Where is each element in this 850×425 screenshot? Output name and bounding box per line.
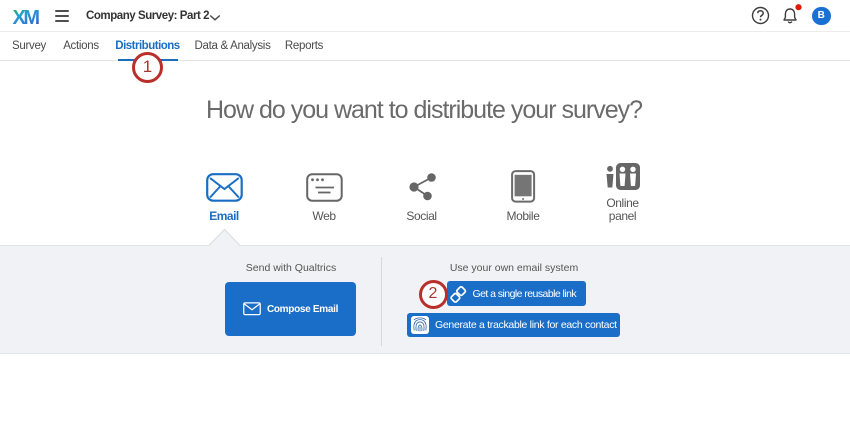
svg-text:XM: XM: [13, 7, 40, 28]
